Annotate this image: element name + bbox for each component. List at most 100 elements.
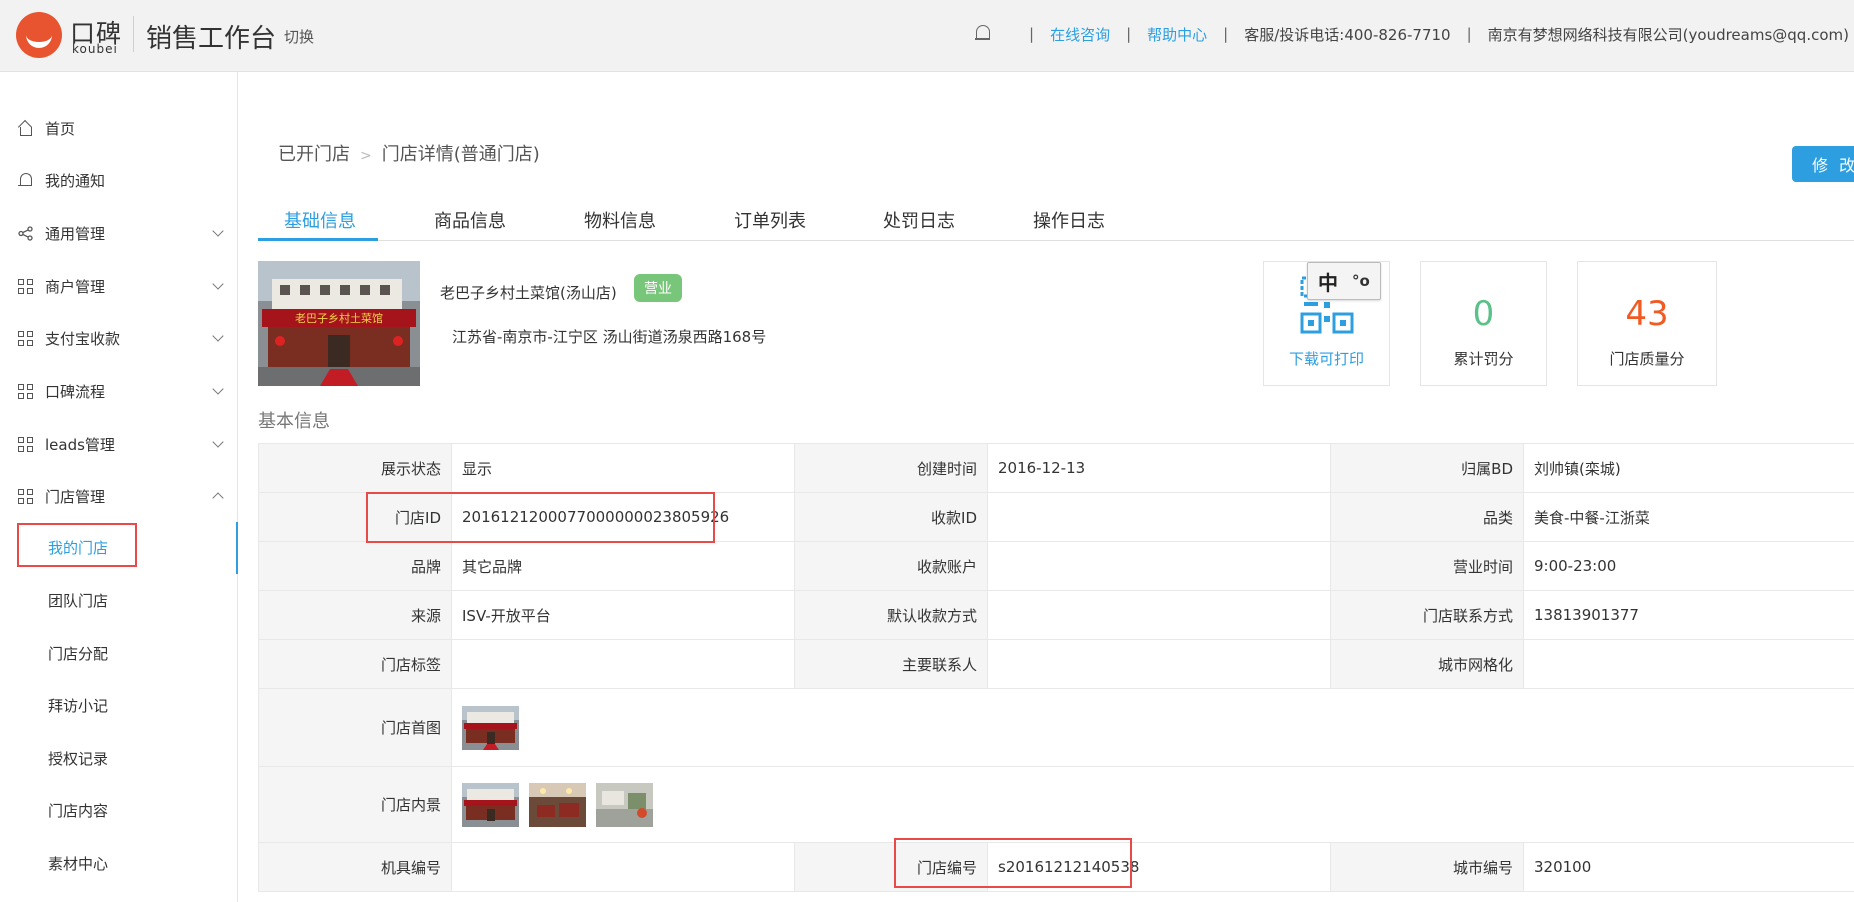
field-value-main-contact: [987, 639, 1331, 689]
store-name: 老巴子乡村土菜馆(汤山店): [440, 284, 617, 302]
field-value-bd: 刘帅镇(栾城): [1523, 443, 1854, 493]
grid-icon: [18, 330, 33, 346]
field-value-default-payment: [987, 590, 1331, 640]
ime-toolbar[interactable]: 中 °o: [1307, 262, 1381, 300]
sidebar-item-label: 门店管理: [45, 487, 106, 506]
breadcrumb-parent[interactable]: 已开门店: [278, 144, 350, 165]
tab-product-info[interactable]: 商品信息: [434, 207, 506, 233]
cover-image-thumbnail[interactable]: [462, 705, 519, 750]
active-tab-indicator: [258, 238, 378, 241]
sidebar-item-general[interactable]: 通用管理: [18, 221, 224, 245]
field-label: 城市网格化: [1330, 639, 1524, 689]
field-value-hours: 9:00-23:00: [1523, 541, 1854, 591]
quality-card: 43 门店质量分: [1577, 261, 1717, 386]
field-label: 主要联系人: [794, 639, 988, 689]
field-label: 营业时间: [1330, 541, 1524, 591]
breadcrumb: 已开门店 > 门店详情(普通门店): [278, 140, 540, 166]
sidebar-item-label: 支付宝收款: [45, 329, 121, 348]
qr-download-caption[interactable]: 下载可打印: [1264, 348, 1389, 369]
header-separator: |: [1223, 25, 1229, 43]
chevron-down-icon: [212, 330, 224, 342]
field-label: 来源: [258, 590, 452, 640]
field-value-display-status: 显示: [451, 443, 795, 493]
sidebar-item-notifications[interactable]: 我的通知: [18, 168, 222, 192]
sidebar-item-koubei-flow[interactable]: 口碑流程: [18, 379, 224, 403]
field-value-contact: 13813901377: [1523, 590, 1854, 640]
table-row: 门店首图: [258, 688, 1854, 767]
sidebar-item-label: 首页: [45, 119, 76, 138]
logo-subtext: koubei: [72, 42, 118, 56]
grid-icon: [18, 488, 33, 504]
store-id-highlight: [366, 492, 715, 543]
tab-basic-info[interactable]: 基础信息: [284, 207, 356, 233]
sidebar-item-label: leads管理: [45, 435, 115, 454]
chevron-up-icon: [212, 492, 224, 504]
header-separator: |: [1029, 25, 1035, 43]
field-label: 收款账户: [794, 541, 988, 591]
penalty-card: 0 累计罚分: [1420, 261, 1547, 386]
tab-material-info[interactable]: 物料信息: [584, 207, 656, 233]
tab-penalty-log[interactable]: 处罚日志: [883, 207, 955, 233]
sidebar-item-label: 口碑流程: [45, 382, 106, 401]
field-label: 门店标签: [258, 639, 452, 689]
table-row: 来源 ISV-开放平台 默认收款方式 门店联系方式 13813901377: [258, 590, 1854, 640]
sidebar-item-merchants[interactable]: 商户管理: [18, 274, 224, 298]
grid-icon: [18, 383, 33, 399]
sidebar-subitem-auth-records[interactable]: 授权记录: [48, 748, 108, 769]
sidebar-subitem-my-stores[interactable]: 我的门店: [48, 537, 108, 558]
sidebar-item-leads[interactable]: leads管理: [18, 432, 224, 456]
sidebar-subitem-store-content[interactable]: 门店内容: [48, 800, 108, 821]
field-value-interior: [451, 766, 1854, 843]
field-value-receipt-id: [987, 492, 1331, 542]
field-label: 机具编号: [258, 842, 452, 892]
field-label: 门店内景: [258, 766, 452, 843]
field-value-city-code: 320100: [1523, 842, 1854, 892]
grid-icon: [18, 436, 33, 452]
grid-icon: [18, 278, 33, 294]
store-sign-text: 老巴子乡村土菜馆: [295, 311, 383, 325]
sidebar-subitem-store-assign[interactable]: 门店分配: [48, 643, 108, 664]
chevron-down-icon: [212, 225, 224, 237]
field-value-city-grid: [1523, 639, 1854, 689]
field-label: 归属BD: [1330, 443, 1524, 493]
sidebar-item-home[interactable]: 首页: [18, 116, 222, 140]
chevron-down-icon: [212, 383, 224, 395]
table-row: 门店标签 主要联系人 城市网格化: [258, 639, 1854, 689]
breadcrumb-current: 门店详情(普通门店): [381, 144, 540, 165]
modify-button[interactable]: 修 改: [1792, 146, 1854, 182]
field-label: 门店首图: [258, 688, 452, 767]
header-separator: |: [1466, 25, 1472, 43]
interior-image-thumbnail[interactable]: [462, 782, 519, 827]
sidebar-item-stores[interactable]: 门店管理: [18, 484, 224, 508]
interior-image-thumbnail[interactable]: [596, 782, 653, 827]
section-title-basic-info: 基本信息: [258, 411, 330, 432]
field-label: 创建时间: [794, 443, 988, 493]
sidebar-subitem-team-stores[interactable]: 团队门店: [48, 590, 108, 611]
tab-bar: 基础信息 商品信息 物料信息 订单列表 处罚日志 操作日志: [258, 200, 1854, 241]
active-indicator: [236, 522, 238, 574]
store-no-highlight: [894, 838, 1132, 888]
online-consult-link[interactable]: 在线咨询: [1050, 24, 1110, 45]
notification-bell-icon[interactable]: [975, 25, 991, 43]
chevron-down-icon: [212, 436, 224, 448]
interior-image-thumbnail[interactable]: [529, 782, 586, 827]
sidebar-item-label: 通用管理: [45, 224, 106, 243]
tab-operation-log[interactable]: 操作日志: [1033, 207, 1105, 233]
ime-mode-indicator[interactable]: 中: [1318, 267, 1338, 296]
koubei-logo-icon[interactable]: [16, 12, 62, 58]
sidebar-item-label: 商户管理: [45, 277, 106, 296]
switch-link[interactable]: 切换: [284, 26, 314, 47]
sidebar-item-alipay[interactable]: 支付宝收款: [18, 326, 224, 350]
tab-order-list[interactable]: 订单列表: [734, 207, 806, 233]
ime-punctuation-icon[interactable]: °o: [1352, 272, 1370, 290]
store-photo[interactable]: 老巴子乡村土菜馆: [258, 261, 420, 386]
field-value-cover-image: [451, 688, 1854, 767]
field-label: 门店联系方式: [1330, 590, 1524, 640]
help-center-link[interactable]: 帮助中心: [1147, 24, 1207, 45]
sidebar-subitem-materials[interactable]: 素材中心: [48, 853, 108, 874]
field-label: 默认收款方式: [794, 590, 988, 640]
field-value-source: ISV-开放平台: [451, 590, 795, 640]
bell-icon: [18, 172, 33, 188]
sidebar-subitem-visit-notes[interactable]: 拜访小记: [48, 695, 108, 716]
field-label: 品类: [1330, 492, 1524, 542]
